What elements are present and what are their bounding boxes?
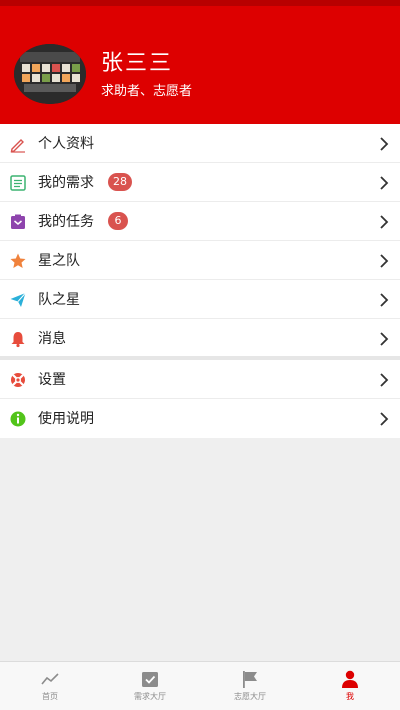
trend-icon xyxy=(40,669,60,689)
menu-item-instructions[interactable]: 使用说明 xyxy=(0,399,400,438)
count-badge: 28 xyxy=(108,173,132,191)
menu-item-label: 使用说明 xyxy=(38,411,94,427)
info-icon xyxy=(9,410,27,428)
menu-item-label: 设置 xyxy=(38,372,66,388)
calendar-check-icon xyxy=(140,669,160,689)
menu-group-settings: 设置 使用说明 xyxy=(0,360,400,438)
menu-item-label: 队之星 xyxy=(38,292,80,308)
menu-item-team-star[interactable]: 队之星 xyxy=(0,280,400,319)
chevron-right-icon xyxy=(378,252,390,270)
bell-icon xyxy=(9,330,27,348)
chevron-right-icon xyxy=(378,371,390,389)
star-icon xyxy=(9,252,27,270)
edit-icon xyxy=(9,135,27,153)
profile-header: 张三三 求助者、志愿者 xyxy=(0,6,400,124)
count-badge: 6 xyxy=(108,212,128,230)
tab-label: 我 xyxy=(346,692,354,701)
chevron-right-icon xyxy=(378,291,390,309)
menu-item-my-tasks[interactable]: 我的任务 6 xyxy=(0,202,400,241)
tab-home[interactable]: 首页 xyxy=(0,662,100,710)
flag-icon xyxy=(240,669,260,689)
menu-item-label: 星之队 xyxy=(38,253,80,269)
avatar-image xyxy=(14,44,86,104)
tab-me[interactable]: 我 xyxy=(300,662,400,710)
chevron-right-icon xyxy=(378,135,390,153)
chevron-right-icon xyxy=(378,410,390,428)
user-roles: 求助者、志愿者 xyxy=(101,84,193,99)
list-icon xyxy=(9,174,27,192)
menu-item-label: 消息 xyxy=(38,331,66,347)
tab-label: 志愿大厅 xyxy=(234,692,266,701)
settings-icon xyxy=(9,371,27,389)
tab-volunteer-hall[interactable]: 志愿大厅 xyxy=(200,662,300,710)
send-icon xyxy=(9,291,27,309)
menu-item-profile[interactable]: 个人资料 xyxy=(0,124,400,163)
user-name: 张三三 xyxy=(101,51,174,76)
menu-item-label: 我的需求 xyxy=(38,175,94,191)
person-icon xyxy=(340,669,360,689)
bottom-tab-bar: 首页 需求大厅 志愿大厅 我 xyxy=(0,661,400,710)
chevron-right-icon xyxy=(378,330,390,348)
menu-group-profile: 个人资料 我的需求 28 我的任务 6 星之队 队之星 消息 xyxy=(0,124,400,358)
menu-item-label: 我的任务 xyxy=(38,214,94,230)
tab-label: 首页 xyxy=(42,692,58,701)
tab-request-hall[interactable]: 需求大厅 xyxy=(100,662,200,710)
tab-label: 需求大厅 xyxy=(134,692,166,701)
avatar[interactable] xyxy=(14,44,86,104)
task-icon xyxy=(9,213,27,231)
menu-item-star-team[interactable]: 星之队 xyxy=(0,241,400,280)
menu-item-my-requests[interactable]: 我的需求 28 xyxy=(0,163,400,202)
menu-item-settings[interactable]: 设置 xyxy=(0,360,400,399)
chevron-right-icon xyxy=(378,213,390,231)
chevron-right-icon xyxy=(378,174,390,192)
menu-item-messages[interactable]: 消息 xyxy=(0,319,400,358)
menu-item-label: 个人资料 xyxy=(38,136,94,152)
